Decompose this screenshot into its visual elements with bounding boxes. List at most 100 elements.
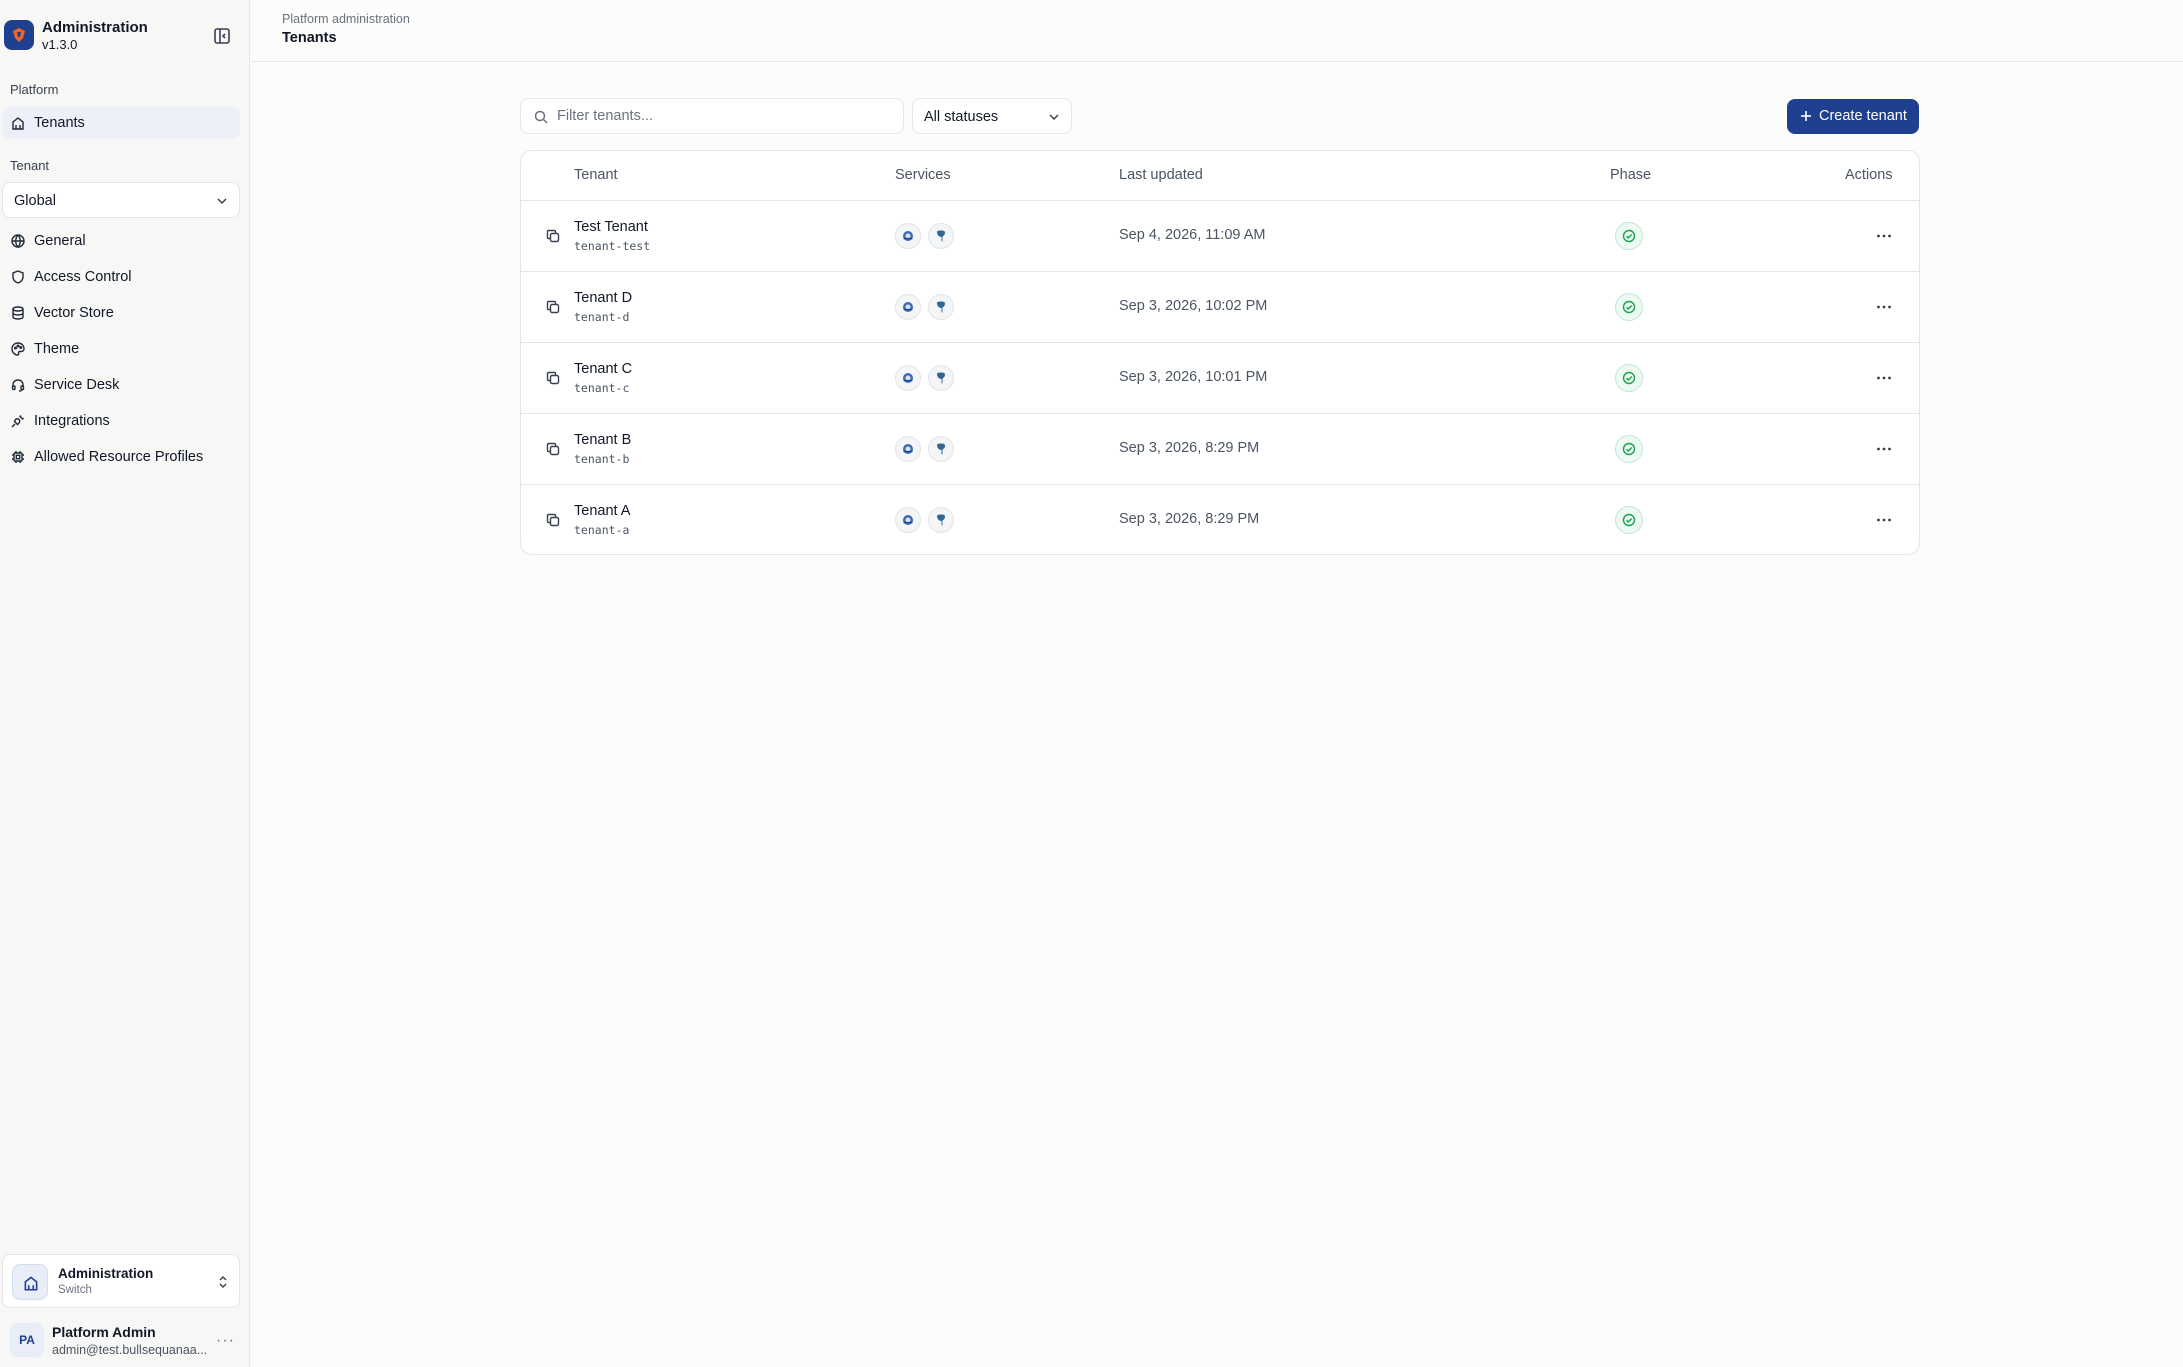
row-actions-button[interactable] [1871, 294, 1897, 320]
row-actions-button[interactable] [1871, 507, 1897, 533]
service-postgres-icon [928, 365, 954, 391]
sidebar-item-label: Theme [34, 341, 80, 357]
service-vector-store-icon [895, 294, 921, 320]
sidebar-item-label: General [34, 233, 86, 249]
last-updated: Sep 4, 2026, 11:09 AM [1119, 227, 1266, 243]
row-actions-button[interactable] [1871, 365, 1897, 391]
last-updated: Sep 3, 2026, 8:29 PM [1119, 440, 1260, 456]
chevron-down-icon [217, 198, 227, 205]
last-updated: Sep 3, 2026, 10:02 PM [1119, 298, 1268, 314]
plug-icon [11, 415, 24, 428]
more-horizontal-icon [1877, 518, 1891, 522]
tenant-slug: tenant-test [574, 239, 651, 253]
phase-ready-icon [1615, 222, 1643, 250]
more-horizontal-icon [1877, 305, 1891, 309]
sidebar-item-access-control[interactable]: Access Control [2, 261, 240, 293]
sidebar-item-vector-store[interactable]: Vector Store [2, 297, 240, 329]
status-filter-select[interactable]: All statuses [912, 98, 1072, 134]
copy-icon[interactable] [545, 441, 561, 457]
table-row[interactable]: Tenant A tenant-a Sep 3, 2026, 8:29 PM [521, 485, 1919, 554]
service-postgres-icon [928, 294, 954, 320]
tenant-slug: tenant-a [574, 523, 630, 537]
copy-icon[interactable] [545, 228, 561, 244]
table-row[interactable]: Tenant D tenant-d Sep 3, 2026, 10:02 PM [521, 272, 1919, 343]
row-actions-button[interactable] [1871, 223, 1897, 249]
user-menu[interactable]: PA Platform Admin admin@test.bullsequana… [2, 1320, 240, 1360]
service-vector-store-icon [895, 507, 921, 533]
sidebar-item-tenants[interactable]: Tenants [2, 107, 240, 139]
column-header-services: Services [895, 167, 951, 183]
phase-ready-icon [1615, 293, 1643, 321]
tenant-select[interactable]: Global [2, 182, 240, 218]
tenant-name[interactable]: Test Tenant [574, 219, 648, 235]
tenant-name[interactable]: Tenant C [574, 361, 632, 377]
breadcrumb-parent[interactable]: Platform administration [282, 12, 410, 26]
tenant-name[interactable]: Tenant D [574, 290, 632, 306]
more-horizontal-icon [1877, 447, 1891, 451]
tenants-table: Tenant Services Last updated Phase Actio… [520, 150, 1920, 555]
column-header-last-updated: Last updated [1119, 167, 1203, 183]
sidebar-item-label: Service Desk [34, 377, 120, 393]
last-updated: Sep 3, 2026, 10:01 PM [1119, 369, 1268, 385]
sidebar: Administration v1.3.0 Platform Tenants T… [0, 0, 250, 1367]
sidebar-item-label: Vector Store [34, 305, 114, 321]
building-icon [24, 1276, 38, 1291]
table-header: Tenant Services Last updated Phase Actio… [521, 151, 1919, 201]
copy-icon[interactable] [545, 370, 561, 386]
page-title: Tenants [282, 30, 337, 46]
database-icon [12, 306, 24, 320]
search-icon [534, 110, 548, 124]
more-horizontal-icon[interactable]: ··· [216, 1332, 235, 1350]
row-actions-button[interactable] [1871, 436, 1897, 462]
page-header: Platform administration Tenants [251, 0, 2183, 62]
phase-ready-icon [1615, 364, 1643, 392]
search-input[interactable] [557, 105, 887, 127]
org-switcher[interactable]: Administration Switch [2, 1254, 240, 1308]
phase-ready-icon [1615, 506, 1643, 534]
column-header-actions: Actions [1845, 167, 1893, 183]
sidebar-item-general[interactable]: General [2, 225, 240, 257]
status-filter-value: All statuses [924, 109, 999, 125]
copy-icon[interactable] [545, 512, 561, 528]
user-name: Platform Admin [52, 1324, 156, 1340]
tenant-name[interactable]: Tenant A [574, 503, 630, 519]
app-title: Administration [42, 19, 148, 36]
globe-icon [11, 234, 25, 248]
service-postgres-icon [928, 507, 954, 533]
app-version: v1.3.0 [42, 37, 78, 52]
create-tenant-button[interactable]: Create tenant [1787, 99, 1919, 134]
table-row[interactable]: Tenant B tenant-b Sep 3, 2026, 8:29 PM [521, 414, 1919, 485]
table-row[interactable]: Test Tenant tenant-test Sep 4, 2026, 11:… [521, 201, 1919, 272]
chevrons-up-down-icon [219, 1276, 227, 1288]
tenant-slug: tenant-b [574, 452, 630, 466]
service-vector-store-icon [895, 436, 921, 462]
sidebar-item-integrations[interactable]: Integrations [2, 405, 240, 437]
more-horizontal-icon [1877, 376, 1891, 380]
org-switcher-subtitle: Switch [58, 1284, 92, 1296]
user-email: admin@test.bullsequanaa... [52, 1343, 208, 1357]
sidebar-item-label: Integrations [34, 413, 110, 429]
table-row[interactable]: Tenant C tenant-c Sep 3, 2026, 10:01 PM [521, 343, 1919, 414]
sidebar-item-theme[interactable]: Theme [2, 333, 240, 365]
copy-icon[interactable] [545, 299, 561, 315]
column-header-tenant: Tenant [574, 167, 618, 183]
more-horizontal-icon [1877, 234, 1891, 238]
search-box [520, 98, 904, 134]
sidebar-toggle-button[interactable] [210, 24, 234, 48]
sidebar-item-service-desk[interactable]: Service Desk [2, 369, 240, 401]
column-header-phase: Phase [1610, 167, 1652, 183]
plus-icon [1801, 111, 1811, 121]
building-icon [12, 117, 24, 130]
platform-section-label: Platform [10, 82, 59, 97]
service-postgres-icon [928, 223, 954, 249]
tenant-name[interactable]: Tenant B [574, 432, 631, 448]
sidebar-item-allowed-resource-profiles[interactable]: Allowed Resource Profiles [2, 441, 240, 473]
chevron-down-icon [1049, 114, 1059, 121]
sidebar-item-label: Tenants [34, 115, 85, 131]
cpu-icon [12, 451, 24, 463]
headset-icon [11, 379, 25, 392]
sidebar-item-label: Access Control [34, 269, 132, 285]
phase-ready-icon [1615, 435, 1643, 463]
tenant-select-value: Global [14, 193, 56, 209]
palette-icon [11, 342, 25, 356]
